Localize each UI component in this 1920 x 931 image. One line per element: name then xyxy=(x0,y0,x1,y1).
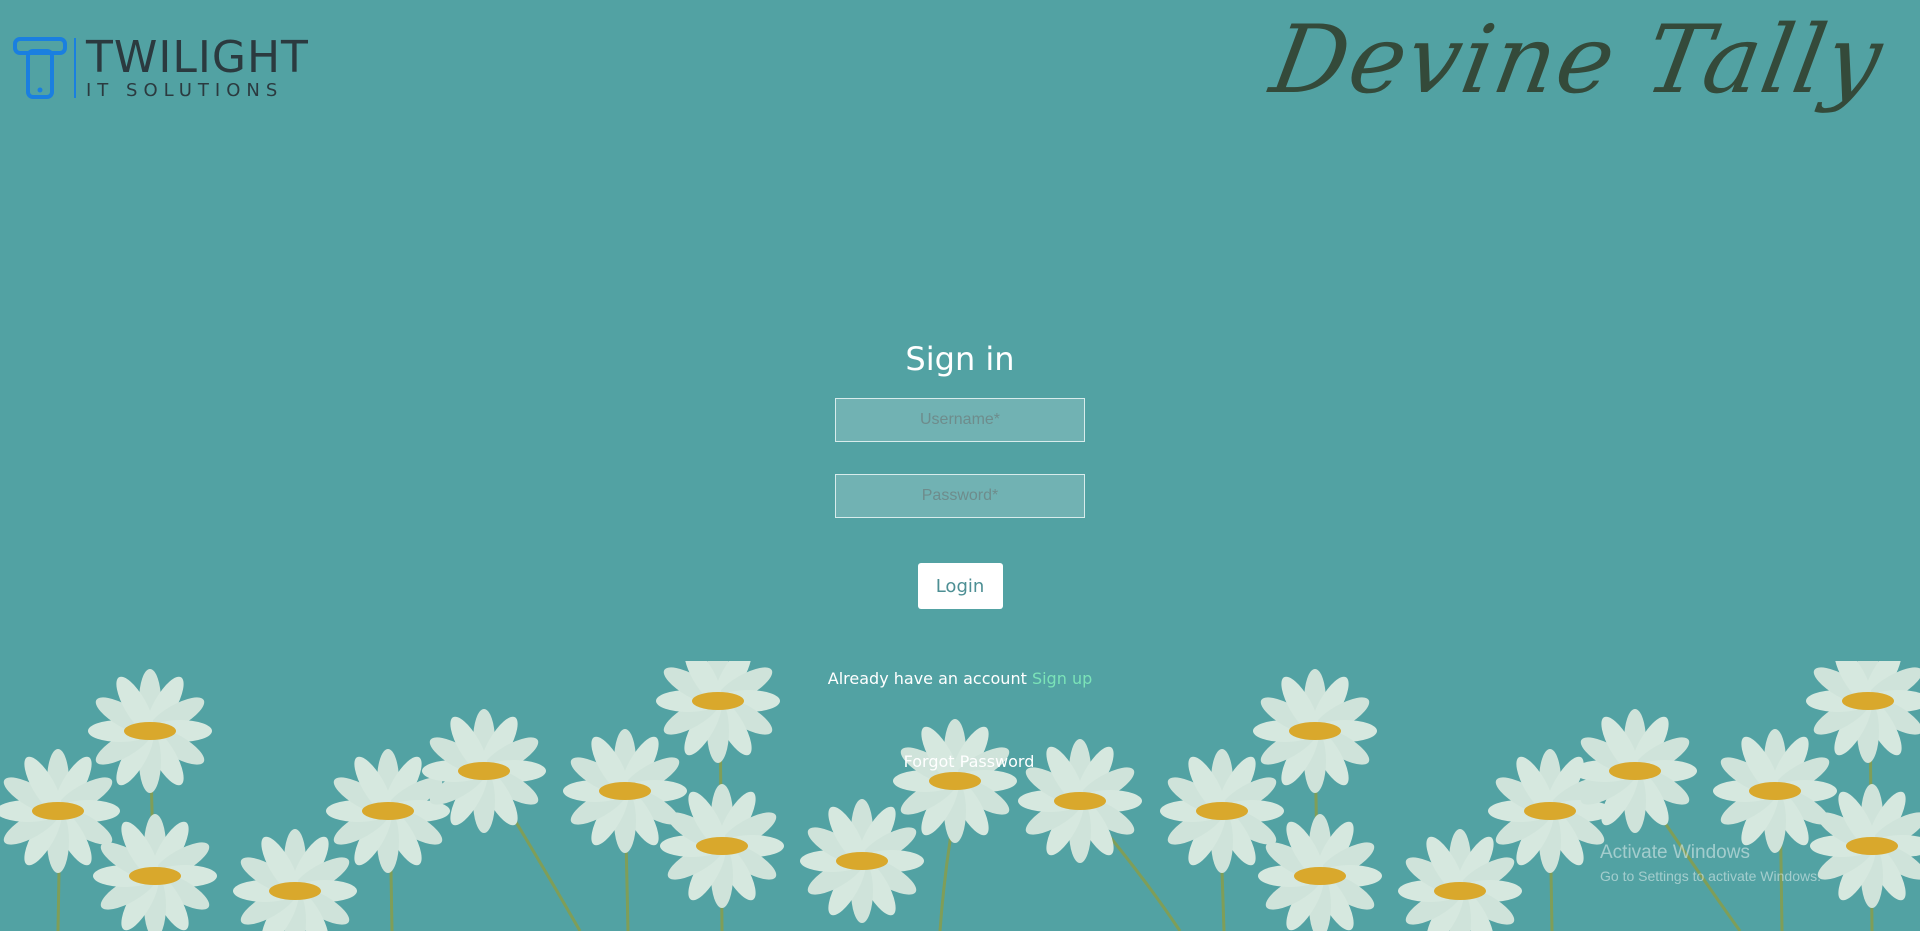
forgot-password-link[interactable]: Forgot Password xyxy=(904,752,1035,771)
brand-title: Devine Tally xyxy=(1263,6,1892,115)
logo-name: TWILIGHT xyxy=(86,32,309,83)
signup-link[interactable]: Sign up xyxy=(1032,669,1092,688)
login-button[interactable]: Login xyxy=(917,563,1003,609)
watermark-subtitle: Go to Settings to activate Windows. xyxy=(1600,868,1821,884)
activate-windows-watermark: Activate Windows Go to Settings to activ… xyxy=(1600,842,1821,884)
password-input[interactable] xyxy=(835,474,1085,518)
username-input[interactable] xyxy=(835,398,1085,442)
logo-divider xyxy=(74,38,76,98)
tablet-t-logo-icon xyxy=(13,37,67,99)
signup-prompt: Already have an account Sign up xyxy=(0,669,1920,688)
form-heading: Sign in xyxy=(905,340,1015,378)
sign-in-form: Sign in Login Already have an account Si… xyxy=(0,340,1920,772)
company-logo: TWILIGHT IT SOLUTIONS xyxy=(12,36,309,100)
watermark-title: Activate Windows xyxy=(1600,842,1750,863)
logo-text: TWILIGHT IT SOLUTIONS xyxy=(86,36,309,100)
account-prompt-text: Already have an account xyxy=(827,669,1027,688)
logo-tagline: IT SOLUTIONS xyxy=(86,80,284,101)
